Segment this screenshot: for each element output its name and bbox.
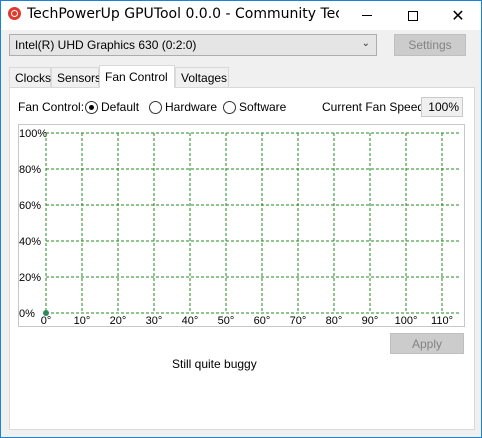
current-fan-speed-label: Current Fan Speed: [322, 100, 428, 114]
x-tick-label: 30° [146, 315, 163, 326]
x-tick-label: 100° [395, 315, 418, 326]
radio-software[interactable]: Software [223, 100, 286, 114]
fan-curve-chart[interactable]: 100% 80% 60% 40% 20% 0% 0° 10° 20° 30° 40° 50° 60° 70… [18, 124, 465, 327]
fan-control-panel: Fan Control: Default Hardware Software C… [9, 87, 475, 430]
status-text: Still quite buggy [172, 357, 257, 371]
x-tick-label: 0° [41, 315, 52, 326]
maximize-button[interactable] [390, 1, 436, 30]
apply-button[interactable]: Apply [390, 333, 464, 354]
y-tick-label: 80% [19, 164, 41, 176]
x-tick-label: 110° [431, 315, 453, 326]
app-window: TechPowerUp GPUTool 0.0.0 - Community Te… [0, 0, 482, 438]
gpu-select-value: Intel(R) UHD Graphics 630 (0:2:0) [15, 38, 197, 52]
y-tick-label: 60% [19, 200, 41, 212]
close-button[interactable]: ✕ [435, 1, 481, 30]
current-fan-speed-value: 100% [421, 97, 463, 117]
fan-control-label: Fan Control: [18, 100, 85, 114]
radio-default-label: Default [101, 100, 140, 114]
tab-voltages[interactable]: Voltages [175, 67, 229, 87]
title-bar[interactable]: TechPowerUp GPUTool 0.0.0 - Community Te… [1, 1, 481, 30]
gpu-select[interactable]: Intel(R) UHD Graphics 630 (0:2:0) ⌄ [9, 34, 377, 56]
curve-point [43, 310, 49, 316]
x-tick-label: 40° [182, 315, 199, 326]
radio-unchecked-icon [149, 100, 162, 114]
close-icon: ✕ [451, 5, 465, 25]
y-tick-label: 0% [19, 308, 35, 320]
y-tick-label: 40% [19, 236, 41, 248]
minimize-icon [362, 15, 372, 16]
x-tick-label: 80° [326, 315, 343, 326]
radio-unchecked-icon [223, 100, 236, 114]
window-title: TechPowerUp GPUTool 0.0.0 - Community Te… [27, 6, 339, 22]
radio-software-label: Software [239, 100, 287, 114]
minimize-button[interactable] [344, 1, 390, 30]
y-tick-label: 100% [19, 128, 47, 140]
app-logo-icon [8, 7, 21, 20]
chevron-down-icon: ⌄ [361, 38, 370, 49]
maximize-icon [408, 10, 418, 21]
x-tick-label: 10° [74, 315, 91, 326]
tab-clocks[interactable]: Clocks [9, 67, 51, 87]
radio-default[interactable]: Default [85, 100, 139, 114]
x-tick-label: 50° [218, 315, 235, 326]
x-tick-label: 60° [254, 315, 271, 326]
y-tick-label: 20% [19, 272, 41, 284]
radio-checked-icon [85, 100, 98, 114]
x-tick-label: 90° [362, 315, 379, 326]
tab-sensors[interactable]: Sensors [51, 67, 101, 87]
fan-curve-svg[interactable]: 100% 80% 60% 40% 20% 0% 0° 10° 20° 30° 40° 50° 60° 70… [19, 125, 464, 326]
radio-hardware-label: Hardware [165, 100, 218, 114]
tab-fan-control[interactable]: Fan Control [99, 65, 175, 88]
x-tick-label: 20° [110, 315, 127, 326]
settings-button[interactable]: Settings [394, 34, 466, 56]
radio-hardware[interactable]: Hardware [149, 100, 217, 114]
x-tick-label: 70° [290, 315, 307, 326]
